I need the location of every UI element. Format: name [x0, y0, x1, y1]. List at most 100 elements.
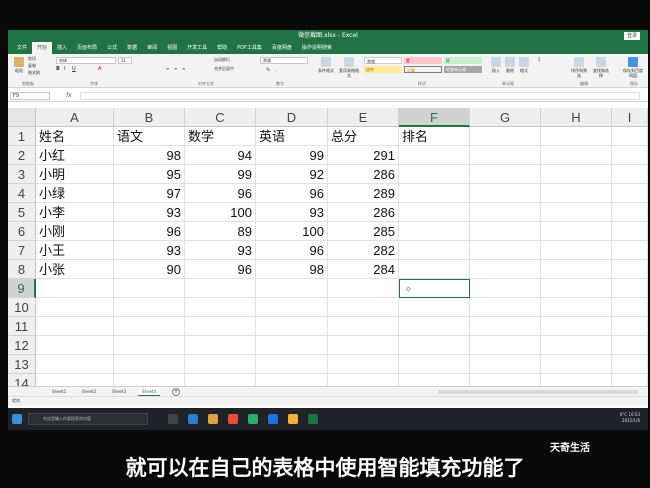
cell[interactable]: [541, 298, 612, 317]
cell[interactable]: [612, 241, 648, 260]
cell[interactable]: 小明: [36, 165, 114, 184]
copy-button[interactable]: 复制: [28, 63, 36, 68]
cell[interactable]: [612, 127, 648, 146]
cell[interactable]: 291: [328, 146, 399, 165]
cell[interactable]: [185, 355, 256, 374]
cell[interactable]: 92: [256, 165, 328, 184]
save-baidu-button[interactable]: 保存到百度网盘: [622, 57, 644, 78]
style-good[interactable]: 好: [444, 57, 482, 64]
cell[interactable]: [36, 317, 114, 336]
cell[interactable]: 97: [114, 184, 185, 203]
cell[interactable]: [470, 222, 541, 241]
cell[interactable]: [612, 317, 648, 336]
cell[interactable]: [470, 279, 541, 298]
cell[interactable]: 289: [328, 184, 399, 203]
column-header[interactable]: F: [399, 108, 470, 127]
cell[interactable]: [185, 298, 256, 317]
cell[interactable]: [612, 203, 648, 222]
cell[interactable]: [256, 279, 328, 298]
cell[interactable]: 排名: [399, 127, 470, 146]
cell[interactable]: [328, 298, 399, 317]
font-color-button[interactable]: A: [98, 67, 101, 72]
find-select-button[interactable]: 查找和选择: [592, 57, 610, 78]
cell[interactable]: [328, 336, 399, 355]
ribbon-tab[interactable]: 文件: [12, 42, 32, 54]
cell[interactable]: [541, 317, 612, 336]
conditional-format-button[interactable]: 条件格式: [316, 57, 336, 73]
font-name-select[interactable]: 宋体: [56, 57, 116, 64]
cell[interactable]: [399, 317, 470, 336]
cell[interactable]: 99: [185, 165, 256, 184]
cell[interactable]: [541, 279, 612, 298]
format-painter-button[interactable]: 格式刷: [28, 70, 40, 75]
cell[interactable]: 96: [256, 241, 328, 260]
active-cell[interactable]: ⬦: [399, 279, 470, 298]
style-neutral[interactable]: 适中: [364, 66, 402, 73]
cell[interactable]: [328, 279, 399, 298]
ribbon-tab[interactable]: 操作说明搜索: [297, 42, 337, 54]
cell[interactable]: 姓名: [36, 127, 114, 146]
cell[interactable]: [36, 298, 114, 317]
row-header[interactable]: 11: [8, 317, 36, 336]
cell[interactable]: [541, 203, 612, 222]
cell[interactable]: 小李: [36, 203, 114, 222]
cell[interactable]: 小绿: [36, 184, 114, 203]
cell[interactable]: [470, 165, 541, 184]
row-header[interactable]: 2: [8, 146, 36, 165]
ribbon-tab[interactable]: 页面布局: [72, 42, 102, 54]
cell[interactable]: 96: [185, 184, 256, 203]
merge-center-button[interactable]: 合并后居中: [214, 66, 234, 71]
cell[interactable]: [114, 336, 185, 355]
paste-button[interactable]: 粘贴: [12, 57, 26, 73]
flash-fill-icon[interactable]: ⬦: [406, 286, 412, 293]
wechat-icon[interactable]: [248, 414, 258, 424]
row-header[interactable]: 1: [8, 127, 36, 146]
italic-button[interactable]: I: [64, 67, 65, 72]
cut-button[interactable]: 剪切: [28, 56, 36, 61]
cell[interactable]: [541, 184, 612, 203]
cell[interactable]: [470, 336, 541, 355]
cell[interactable]: [114, 317, 185, 336]
ribbon-tab[interactable]: 数据: [122, 42, 142, 54]
cell[interactable]: [612, 298, 648, 317]
cell[interactable]: 98: [114, 146, 185, 165]
cell[interactable]: 99: [256, 146, 328, 165]
ribbon-tab[interactable]: 开发工具: [182, 42, 212, 54]
cell[interactable]: 96: [185, 260, 256, 279]
cell[interactable]: 286: [328, 165, 399, 184]
file-explorer-icon[interactable]: [208, 414, 218, 424]
row-header[interactable]: 13: [8, 355, 36, 374]
cell[interactable]: 93: [256, 203, 328, 222]
cell[interactable]: [541, 165, 612, 184]
cell[interactable]: 286: [328, 203, 399, 222]
app-icon-2[interactable]: [288, 414, 298, 424]
task-view-icon[interactable]: [168, 414, 178, 424]
add-sheet-button[interactable]: +: [172, 388, 180, 396]
format-cells-button[interactable]: 格式: [518, 57, 530, 73]
align-left-button[interactable]: ≡: [166, 66, 169, 71]
cell[interactable]: [114, 355, 185, 374]
cell[interactable]: [612, 146, 648, 165]
cell[interactable]: [399, 203, 470, 222]
cell[interactable]: 282: [328, 241, 399, 260]
cell[interactable]: 100: [185, 203, 256, 222]
cell[interactable]: [399, 165, 470, 184]
cell[interactable]: 93: [114, 241, 185, 260]
cell[interactable]: [612, 165, 648, 184]
column-header[interactable]: C: [185, 108, 256, 127]
cell[interactable]: [612, 260, 648, 279]
cell[interactable]: [470, 203, 541, 222]
cell[interactable]: [36, 355, 114, 374]
browser-icon[interactable]: [268, 414, 278, 424]
column-header[interactable]: G: [470, 108, 541, 127]
cell[interactable]: [470, 260, 541, 279]
cell[interactable]: [470, 127, 541, 146]
comma-button[interactable]: ,: [276, 67, 277, 72]
align-right-button[interactable]: ≡: [182, 66, 185, 71]
style-normal[interactable]: 常规: [364, 57, 402, 64]
ribbon-tab[interactable]: PDF工具集: [232, 42, 267, 54]
cell[interactable]: 90: [114, 260, 185, 279]
cell[interactable]: 小红: [36, 146, 114, 165]
cell[interactable]: [612, 279, 648, 298]
cell[interactable]: 小刚: [36, 222, 114, 241]
